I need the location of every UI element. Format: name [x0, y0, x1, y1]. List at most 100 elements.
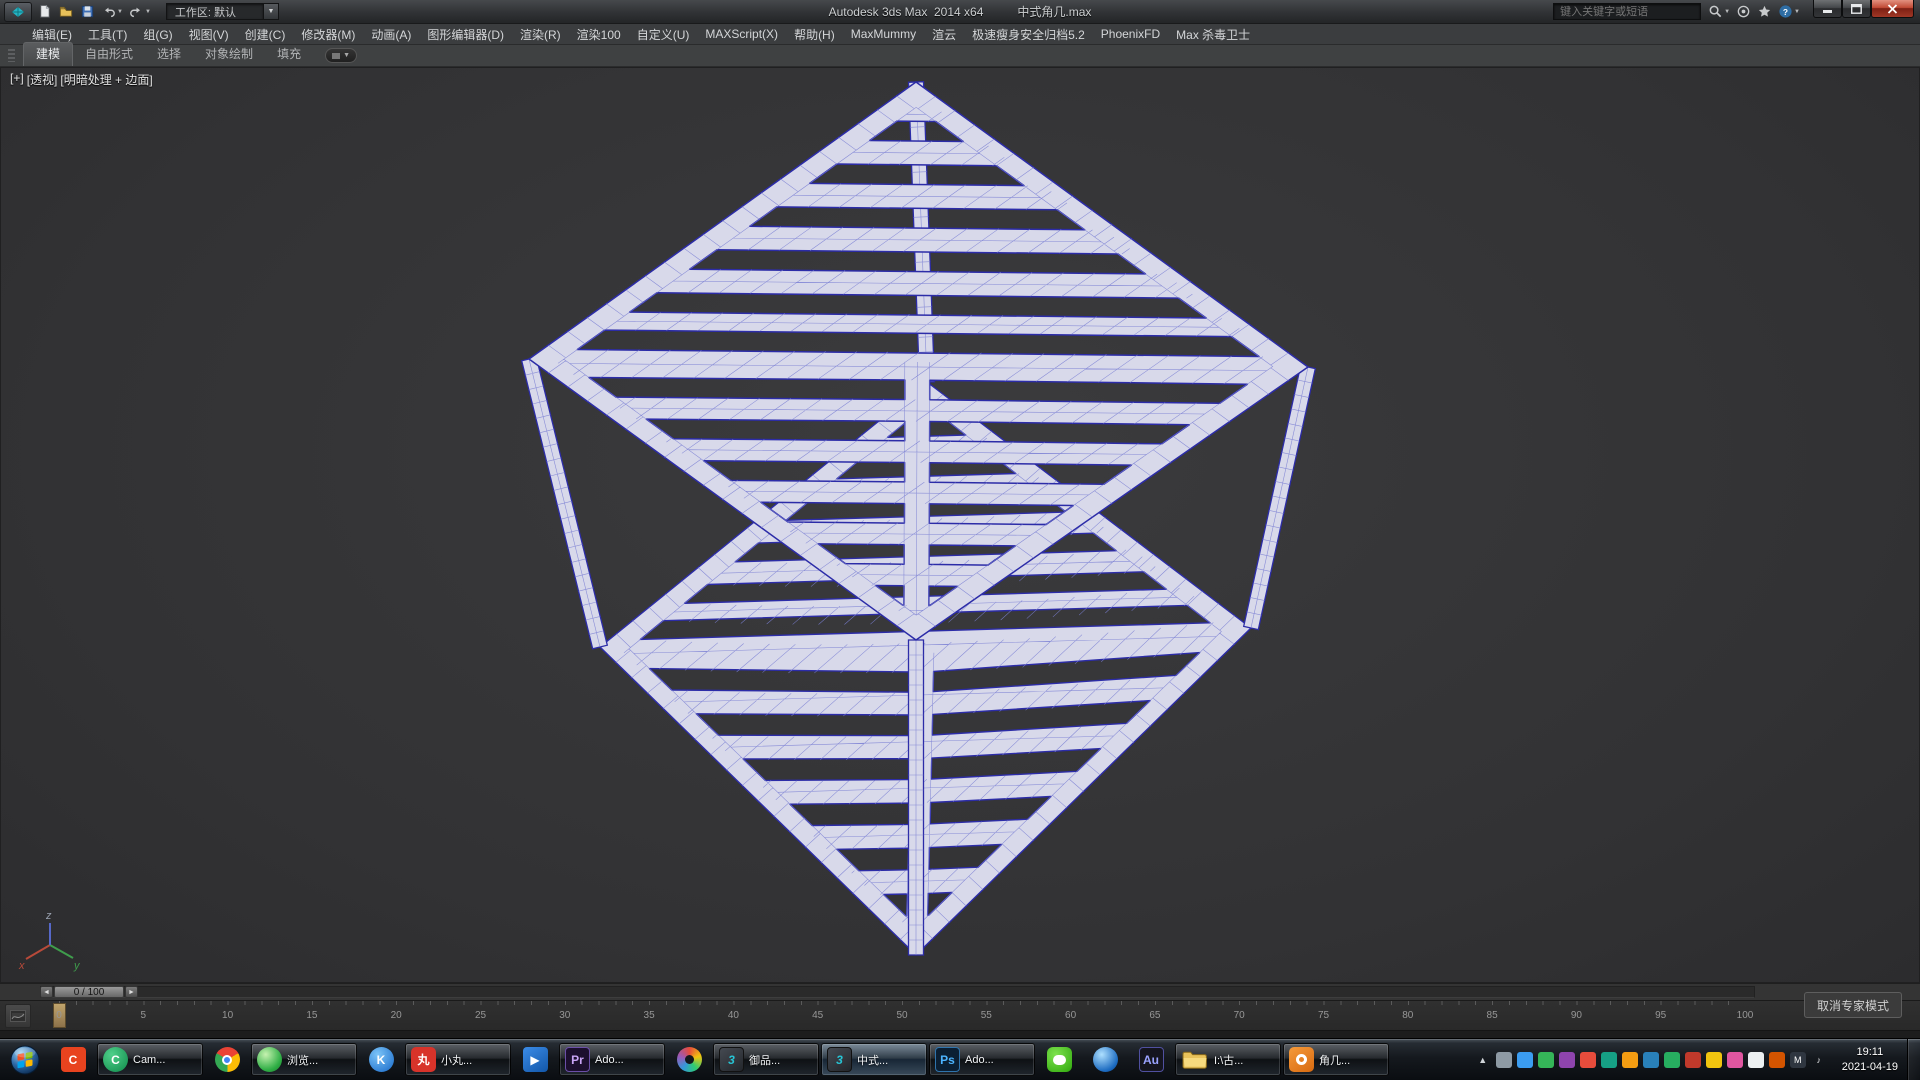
language-indicator[interactable]: M [1790, 1052, 1806, 1068]
redo-icon[interactable]: ▼ [126, 2, 154, 22]
favorites-star-icon[interactable] [1754, 2, 1775, 21]
trackbar-ruler[interactable]: 0510152025303540455055606570758085909510… [40, 1001, 1755, 1030]
tray-icon-3[interactable] [1538, 1052, 1554, 1068]
taskbar-player[interactable]: ▶ [513, 1043, 557, 1076]
trackbar-tick-15: 15 [306, 1010, 317, 1021]
viewport-pov-menu[interactable]: [透视] [27, 71, 58, 88]
previous-frame-button[interactable]: ◄ [40, 986, 53, 998]
taskbar-kugou[interactable]: K [359, 1043, 403, 1076]
menu-views[interactable]: 视图(V) [181, 24, 237, 44]
trackbar-tick-75: 75 [1318, 1010, 1329, 1021]
tray-icon-8[interactable] [1643, 1052, 1659, 1068]
help-icon[interactable]: ?▼ [1775, 2, 1803, 21]
show-desktop-button[interactable] [1907, 1039, 1920, 1080]
xiaowan-toolbox-icon: 丸 [411, 1047, 436, 1072]
save-file-icon[interactable] [77, 2, 98, 22]
tray-icon-10[interactable] [1685, 1052, 1701, 1068]
time-slider-handle[interactable]: 0 / 100 [54, 986, 124, 998]
menu-phoenixfd[interactable]: PhoenixFD [1093, 24, 1168, 44]
menu-customize[interactable]: 自定义(U) [629, 24, 698, 44]
tab-freeform[interactable]: 自由形式 [73, 43, 145, 66]
taskbar-chrome[interactable] [205, 1043, 249, 1076]
tray-icon-12[interactable] [1727, 1052, 1743, 1068]
search-icon[interactable]: ▼ [1705, 2, 1733, 21]
maximize-button[interactable] [1842, 0, 1871, 18]
taskbar-max-scene-1[interactable]: 3御品... [713, 1043, 819, 1076]
menu-modifiers[interactable]: 修改器(M) [293, 24, 363, 44]
communication-center-icon[interactable] [1733, 2, 1754, 21]
taskbar-premiere[interactable]: PrAdo... [559, 1043, 665, 1076]
menu-antivirus[interactable]: Max 杀毒卫士 [1168, 24, 1258, 44]
menu-rendering[interactable]: 渲染(R) [512, 24, 569, 44]
application-menu-button[interactable] [4, 2, 32, 22]
perspective-viewport[interactable]: [+] [透视] [明暗处理 + 边面] x y z [0, 67, 1920, 983]
tray-icon-13[interactable] [1748, 1052, 1764, 1068]
tray-icon-9[interactable] [1664, 1052, 1680, 1068]
open-mini-track-view-button[interactable] [5, 1004, 31, 1028]
cancel-expert-mode-button[interactable]: 取消专家模式 [1804, 992, 1902, 1018]
taskbar-wechat[interactable] [1037, 1043, 1081, 1076]
new-scene-icon[interactable] [34, 2, 55, 22]
menu-render100[interactable]: 渲染100 [569, 24, 629, 44]
taskbar-camtasia[interactable]: CCam... [97, 1043, 203, 1076]
taskbar-color-ring[interactable] [667, 1043, 711, 1076]
workspace-dropdown-icon[interactable]: ▼ [264, 3, 279, 20]
menu-maxscript[interactable]: MAXScript(X) [697, 24, 786, 44]
tray-icon-6[interactable] [1601, 1052, 1617, 1068]
search-input[interactable] [1553, 3, 1701, 20]
tray-icon-5[interactable] [1580, 1052, 1596, 1068]
taskbar-blue-globe[interactable] [1083, 1043, 1127, 1076]
menu-tools[interactable]: 工具(T) [80, 24, 135, 44]
menu-graph-editors[interactable]: 图形编辑器(D) [419, 24, 512, 44]
open-file-icon[interactable] [55, 2, 77, 22]
next-frame-button[interactable]: ► [125, 986, 138, 998]
track-bar[interactable]: 0510152025303540455055606570758085909510… [0, 1000, 1920, 1030]
tab-object-paint[interactable]: 对象绘制 [193, 43, 265, 66]
photoshop-icon: Ps [935, 1047, 960, 1072]
taskbar-pinned-red-app[interactable]: C [51, 1043, 95, 1076]
tray-show-hidden-icon[interactable]: ▲ [1475, 1052, 1491, 1068]
viewport-general-menu[interactable]: [+] [10, 71, 24, 88]
menu-edit[interactable]: 编辑(E) [24, 24, 80, 44]
close-button[interactable] [1871, 0, 1914, 18]
taskbar-browser[interactable]: 浏览... [251, 1043, 357, 1076]
taskbar-max-scene-2[interactable]: 3中式... [821, 1043, 927, 1076]
menu-animation[interactable]: 动画(A) [363, 24, 419, 44]
menu-group[interactable]: 组(G) [135, 24, 180, 44]
tray-icon-1[interactable] [1496, 1052, 1512, 1068]
tray-icon-4[interactable] [1559, 1052, 1575, 1068]
menu-maxmummy[interactable]: MaxMummy [843, 24, 924, 44]
trackbar-tick-20: 20 [391, 1010, 402, 1021]
menu-slim-archive[interactable]: 极速瘦身安全归档5.2 [964, 24, 1093, 44]
ribbon-minimize-button[interactable]: ▼ [325, 48, 357, 63]
start-button[interactable] [0, 1039, 50, 1080]
volume-icon[interactable]: ♪ [1811, 1052, 1827, 1068]
model-wireframe[interactable] [0, 67, 1920, 983]
taskbar-photoshop[interactable]: PsAdo... [929, 1043, 1035, 1076]
tray-icon-2[interactable] [1517, 1052, 1533, 1068]
workspace-selector[interactable]: 工作区: 默认 ▼ [166, 3, 279, 20]
ribbon-grip[interactable] [8, 49, 15, 62]
time-slider-track[interactable] [40, 986, 1755, 998]
taskbar-clock[interactable]: 19:11 2021-04-19 [1833, 1039, 1907, 1080]
taskbar-xiaowan[interactable]: 丸小丸... [405, 1043, 511, 1076]
taskbar-audition[interactable]: Au [1129, 1043, 1173, 1076]
titlebar: ▼▼ 工作区: 默认 ▼ Autodesk 3ds Max 2014 x64 中… [0, 0, 1920, 24]
menu-create[interactable]: 创建(C) [237, 24, 294, 44]
tab-selection[interactable]: 选择 [145, 43, 193, 66]
menu-help[interactable]: 帮助(H) [786, 24, 843, 44]
tray-icon-7[interactable] [1622, 1052, 1638, 1068]
tab-modeling[interactable]: 建模 [23, 42, 73, 66]
taskbar-explorer[interactable]: I:\古... [1175, 1043, 1281, 1076]
tab-populate[interactable]: 填充 [265, 43, 313, 66]
viewport-shading-menu[interactable]: [明暗处理 + 边面] [60, 71, 152, 88]
tray-icon-14[interactable] [1769, 1052, 1785, 1068]
tray-icon-11[interactable] [1706, 1052, 1722, 1068]
undo-icon[interactable]: ▼ [98, 2, 126, 22]
time-slider[interactable]: ◄ 0 / 100 ► [0, 983, 1920, 1000]
model-front-leg[interactable] [909, 640, 924, 955]
minimize-button[interactable] [1813, 0, 1842, 18]
trackbar-tick-65: 65 [1149, 1010, 1160, 1021]
menu-render-cloud[interactable]: 渲云 [924, 24, 964, 44]
taskbar-image-viewer[interactable]: 角几... [1283, 1043, 1389, 1076]
